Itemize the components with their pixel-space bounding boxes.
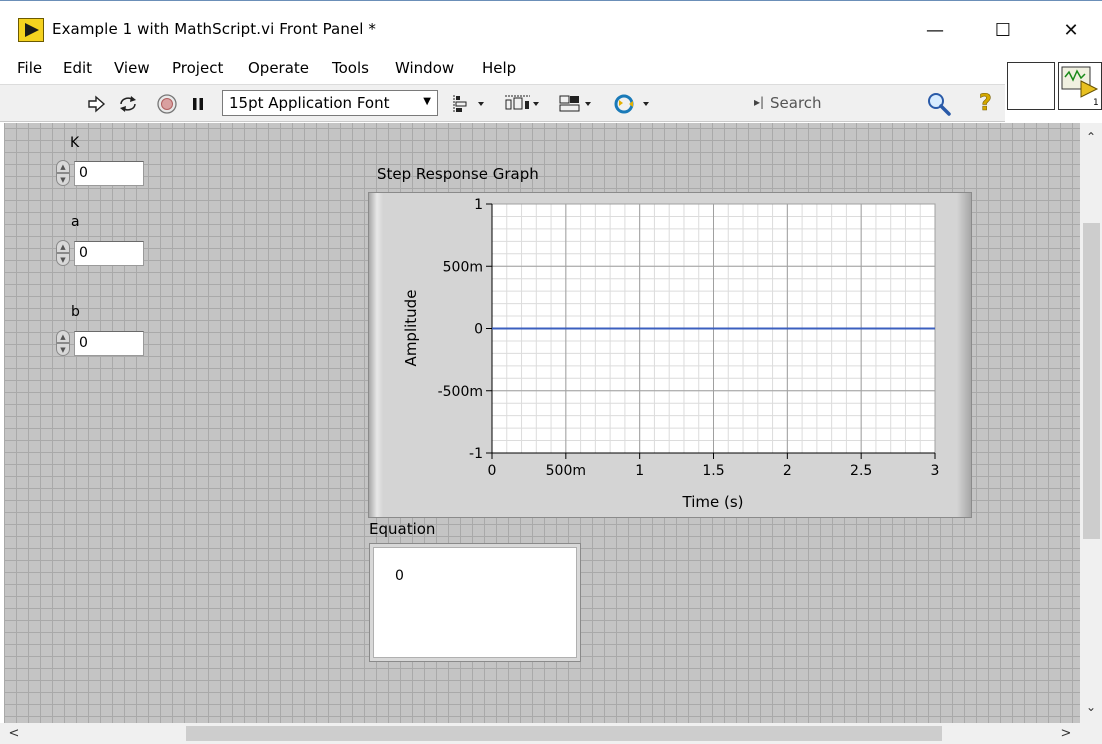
- run-continuously-icon[interactable]: [116, 93, 140, 115]
- x-tick-label: 3: [931, 463, 940, 479]
- menu-help[interactable]: Help: [482, 59, 516, 77]
- minimize-button[interactable]: —: [912, 13, 958, 47]
- font-selector-value: 15pt Application Font: [229, 94, 390, 112]
- numeric-field-k[interactable]: 0: [74, 161, 144, 186]
- increment-arrow-icon[interactable]: ▲: [56, 160, 70, 173]
- x-tick-label: 1: [635, 463, 644, 479]
- menu-edit[interactable]: Edit: [63, 59, 92, 77]
- numeric-field-a[interactable]: 0: [74, 241, 144, 266]
- y-tick-label: 1: [474, 197, 483, 213]
- maximize-button[interactable]: ☐: [980, 13, 1026, 47]
- decrement-arrow-icon[interactable]: ▼: [56, 343, 70, 356]
- run-arrow-icon[interactable]: [84, 93, 108, 115]
- x-tick-label: 2.5: [850, 463, 872, 479]
- x-axis-label: Time (s): [682, 493, 744, 511]
- scroll-right-icon[interactable]: >: [1056, 723, 1076, 744]
- resize-objects-icon[interactable]: [557, 92, 595, 116]
- y-tick-label: -500m: [438, 384, 483, 400]
- decrement-arrow-icon[interactable]: ▼: [56, 253, 70, 266]
- menu-operate[interactable]: Operate: [248, 59, 309, 77]
- equation-display: 0: [373, 547, 577, 658]
- y-axis-label: Amplitude: [402, 290, 420, 367]
- control-label-b: b: [71, 304, 80, 320]
- horizontal-scrollbar[interactable]: < >: [0, 723, 1102, 744]
- align-objects-icon[interactable]: [452, 92, 488, 116]
- context-help-icon[interactable]: ?: [976, 88, 996, 117]
- vertical-scrollbar[interactable]: ⌃ ⌄: [1080, 123, 1102, 723]
- menu-view[interactable]: View: [114, 59, 150, 77]
- menu-bar: File Edit View Project Operate Tools Win…: [0, 56, 1005, 82]
- scroll-up-icon[interactable]: ⌃: [1080, 127, 1102, 147]
- abort-icon[interactable]: [155, 93, 179, 115]
- menu-file[interactable]: File: [17, 59, 42, 77]
- connector-pane[interactable]: [1007, 62, 1055, 110]
- decrement-arrow-icon[interactable]: ▼: [56, 173, 70, 186]
- x-tick-label: 0: [488, 463, 497, 479]
- x-tick-label: 1.5: [702, 463, 724, 479]
- menu-tools[interactable]: Tools: [332, 59, 369, 77]
- distribute-objects-icon[interactable]: [504, 92, 542, 116]
- increment-decrement[interactable]: ▲ ▼: [54, 160, 72, 187]
- increment-decrement[interactable]: ▲ ▼: [54, 330, 72, 357]
- x-tick-label: 500m: [546, 463, 586, 479]
- numeric-field-b[interactable]: 0: [74, 331, 144, 356]
- chevron-down-icon: ▼: [423, 96, 431, 107]
- y-tick-label: 500m: [443, 259, 483, 275]
- y-tick-label: -1: [469, 446, 483, 462]
- search-box: ▸|: [752, 91, 962, 117]
- y-axis: 1 500m 0 -500m -1: [438, 197, 493, 462]
- menu-window[interactable]: Window: [395, 59, 454, 77]
- numeric-control-a: ▲ ▼ 0: [54, 240, 146, 267]
- graph-label: Step Response Graph: [377, 165, 539, 183]
- equation-label: Equation: [369, 520, 436, 538]
- control-label-k: K: [70, 135, 80, 151]
- menu-project[interactable]: Project: [172, 59, 223, 77]
- x-axis: 0 500m 1 1.5 2 2.5 3: [488, 452, 940, 479]
- search-input[interactable]: [770, 92, 930, 114]
- equation-value: 0: [395, 568, 404, 584]
- window-title: Example 1 with MathScript.vi Front Panel…: [52, 20, 376, 38]
- y-tick-label: 0: [474, 322, 483, 338]
- reorder-icon[interactable]: [612, 92, 652, 116]
- graph-plot: 0 500m 1 1.5 2 2.5 3 1 500m 0 -500m -1 Time (s) Am…: [402, 197, 940, 511]
- increment-decrement[interactable]: ▲ ▼: [54, 240, 72, 267]
- toolbar: 15pt Application Font ▼ ▸|: [0, 84, 1005, 122]
- scroll-left-icon[interactable]: <: [4, 723, 24, 744]
- pause-icon[interactable]: [186, 93, 210, 115]
- equation-indicator: 0: [369, 543, 581, 662]
- scroll-down-icon[interactable]: ⌄: [1080, 697, 1102, 717]
- svg-text:1: 1: [1093, 98, 1099, 108]
- increment-arrow-icon[interactable]: ▲: [56, 240, 70, 253]
- svg-text:?: ?: [979, 91, 992, 116]
- font-selector[interactable]: 15pt Application Font ▼: [222, 90, 438, 116]
- search-icon[interactable]: [926, 91, 952, 121]
- horizontal-scroll-thumb[interactable]: [186, 726, 942, 741]
- labview-vi-icon: [18, 18, 44, 42]
- vi-icon[interactable]: 1: [1058, 62, 1102, 110]
- title-bar: Example 1 with MathScript.vi Front Panel…: [0, 0, 1102, 56]
- control-label-a: a: [71, 214, 80, 230]
- numeric-control-b: ▲ ▼ 0: [54, 330, 146, 357]
- increment-arrow-icon[interactable]: ▲: [56, 330, 70, 343]
- search-caret-icon: ▸|: [754, 95, 765, 109]
- numeric-control-k: ▲ ▼ 0: [54, 160, 146, 187]
- x-tick-label: 2: [783, 463, 792, 479]
- vertical-scroll-thumb[interactable]: [1083, 223, 1100, 539]
- close-button[interactable]: ✕: [1048, 13, 1094, 47]
